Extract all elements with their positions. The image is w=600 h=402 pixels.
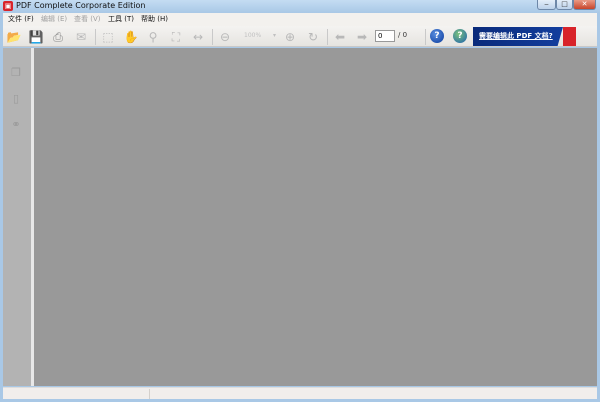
- menu-help[interactable]: 帮助 (H): [141, 13, 168, 26]
- fit-page-icon[interactable]: ⛶: [168, 29, 184, 45]
- pdf-logo-icon[interactable]: [563, 27, 576, 46]
- title-bar: ▣ PDF Complete Corporate Edition ‒ □ ✕: [0, 0, 600, 13]
- close-button[interactable]: ✕: [573, 0, 596, 10]
- menu-edit[interactable]: 编辑 (E): [41, 13, 67, 26]
- minimize-button[interactable]: ‒: [537, 0, 556, 10]
- previous-page-icon[interactable]: ⬅: [332, 29, 348, 45]
- print-icon[interactable]: ⎙: [50, 29, 66, 45]
- menu-tools[interactable]: 工具 (T): [108, 13, 134, 26]
- open-folder-icon[interactable]: 📂: [6, 29, 22, 45]
- menu-file[interactable]: 文件 (F): [8, 13, 34, 26]
- status-divider: [149, 389, 150, 399]
- edit-pdf-banner[interactable]: 需要编辑此 PDF 文档?: [473, 27, 563, 46]
- menu-view[interactable]: 查看 (V): [74, 13, 100, 26]
- window-title: PDF Complete Corporate Edition: [16, 1, 146, 10]
- web-help-icon[interactable]: ?: [453, 29, 467, 43]
- help-icon[interactable]: ?: [430, 29, 444, 43]
- separator: [327, 29, 328, 45]
- email-icon[interactable]: ✉: [73, 29, 89, 45]
- separator: [212, 29, 213, 45]
- magnifier-icon[interactable]: ⚲: [145, 29, 161, 45]
- app-logo-icon: ▣: [3, 1, 13, 11]
- next-page-icon[interactable]: ➡: [354, 29, 370, 45]
- zoom-out-icon[interactable]: ⊖: [217, 29, 233, 45]
- page-total: / 0: [398, 31, 408, 39]
- zoom-level-select[interactable]: 100%: [244, 32, 261, 39]
- page-number-input[interactable]: 0: [375, 30, 395, 42]
- hand-tool-icon[interactable]: ✋: [123, 29, 139, 45]
- sidebar: ❐ ▯ ⚭: [3, 48, 31, 386]
- fit-width-icon[interactable]: ↔: [190, 29, 206, 45]
- chevron-down-icon[interactable]: ▾: [273, 32, 276, 39]
- pages-icon[interactable]: ❐: [9, 66, 23, 80]
- separator: [95, 29, 96, 45]
- document-canvas: [34, 48, 597, 386]
- find-icon[interactable]: ⚭: [9, 118, 23, 132]
- rotate-icon[interactable]: ↻: [305, 29, 321, 45]
- separator: [425, 29, 426, 45]
- maximize-button[interactable]: □: [556, 0, 573, 10]
- menu-bar: 文件 (F) 编辑 (E) 查看 (V) 工具 (T) 帮助 (H): [3, 13, 597, 26]
- bookmarks-icon[interactable]: ▯: [9, 92, 23, 106]
- save-icon[interactable]: 💾: [28, 29, 44, 45]
- zoom-in-icon[interactable]: ⊕: [282, 29, 298, 45]
- select-text-icon[interactable]: ⬚: [100, 29, 116, 45]
- toolbar: 📂 💾 ⎙ ✉ ⬚ ✋ ⚲ ⛶ ↔ ⊖ 100% ▾ ⊕ ↻ ⬅ ➡ 0 / 0…: [3, 26, 597, 47]
- status-bar: [3, 387, 597, 399]
